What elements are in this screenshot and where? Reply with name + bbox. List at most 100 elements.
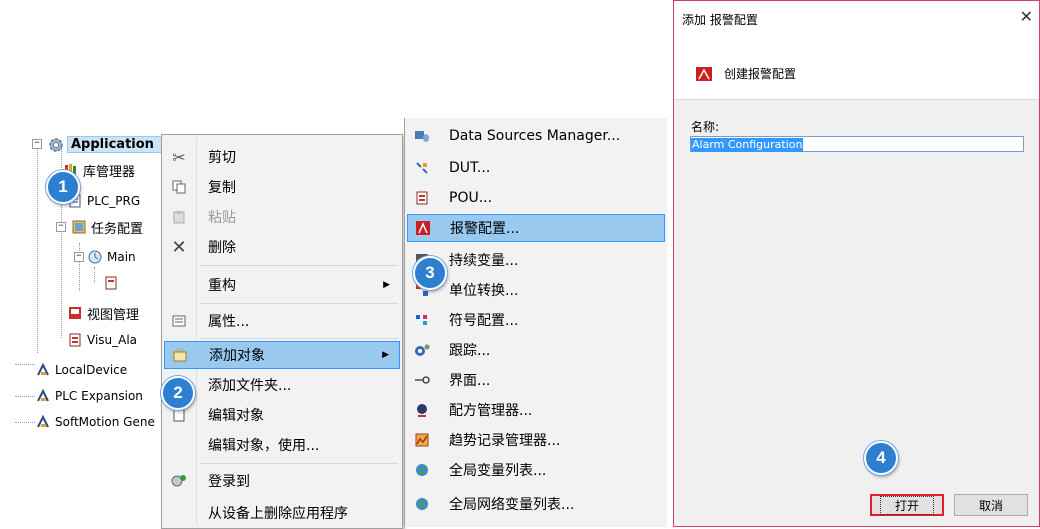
submenu-item-label: 全局变量列表...: [449, 463, 547, 479]
open-button[interactable]: 打开: [870, 494, 944, 516]
submenu-item-label: 配方管理器...: [449, 403, 533, 419]
tree-item-label: Main: [107, 250, 136, 264]
submenu-item-label: 单位转换...: [449, 283, 519, 299]
visu-icon: [68, 333, 82, 347]
submenu-item-label: POU...: [449, 190, 493, 206]
menu-item-label: 删除: [208, 240, 236, 256]
tree-guide: [37, 148, 38, 353]
login-icon: [164, 474, 194, 488]
submenu-item-global-vars[interactable]: 全局变量列表...: [407, 456, 665, 484]
name-field-value: Alarm Configuration: [691, 138, 804, 152]
submenu-item-alarm-config[interactable]: 报警配置...: [407, 214, 665, 242]
collapse-toggle[interactable]: −: [32, 139, 42, 149]
dialog-heading: 创建报警配置: [724, 67, 797, 81]
dialog-body: 名称: Alarm Configuration 打开 取消: [674, 99, 1039, 526]
tree-item-label: PLC_PRG: [87, 194, 141, 208]
tree-item-softmotion[interactable]: SoftMotion Gene: [36, 412, 155, 432]
copy-icon: [164, 180, 194, 194]
tree-item-main-call[interactable]: [104, 273, 123, 293]
menu-item-refactor[interactable]: 重构 ▶: [164, 271, 400, 299]
add-alarm-config-dialog: 添加 报警配置 ✕ 创建报警配置 名称: Alarm Configuration…: [673, 0, 1040, 527]
submenu-item-network-vars[interactable]: 全局网络变量列表...: [407, 490, 665, 518]
submenu-item-trend[interactable]: 趋势记录管理器...: [407, 426, 665, 454]
submenu-item-data-sources[interactable]: Data Sources Manager...: [407, 122, 665, 150]
tree-guide: [15, 422, 35, 423]
menu-item-login[interactable]: 登录到: [164, 467, 400, 495]
tree-item-visu-manager[interactable]: 视图管理: [68, 303, 139, 323]
tree-guide: [15, 396, 35, 397]
delete-icon: ✕: [171, 236, 187, 258]
submenu-item-label: 跟踪...: [449, 343, 491, 359]
edit-icon: [164, 408, 194, 422]
menu-separator: [200, 338, 398, 339]
name-label: 名称:: [691, 120, 720, 134]
submenu-arrow-icon: ▶: [383, 280, 390, 290]
add-object-submenu: Data Sources Manager... DUT... POU... 报警…: [404, 118, 667, 527]
menu-item-copy[interactable]: 复制: [164, 173, 400, 201]
submenu-item-unit-conversion[interactable]: 单位转换...: [407, 276, 665, 304]
submenu-item-label: DUT...: [449, 160, 491, 176]
step-badge-2: 2: [161, 376, 195, 410]
recipe-icon: [407, 403, 437, 417]
tree-item-task-config[interactable]: 任务配置: [72, 217, 143, 237]
step-badge-3: 3: [413, 256, 447, 290]
submenu-item-dut[interactable]: DUT...: [407, 154, 665, 182]
collapse-toggle[interactable]: −: [56, 222, 66, 232]
menu-item-label: 粘贴: [208, 210, 236, 226]
global-vars-icon: [407, 463, 437, 477]
menu-item-label: 复制: [208, 180, 236, 196]
tree-guide: [15, 364, 35, 365]
cancel-button-label: 取消: [978, 498, 1003, 513]
tree-item-label: 库管理器: [83, 164, 136, 180]
dialog-title: 添加 报警配置: [682, 13, 758, 27]
submenu-item-interface[interactable]: 界面...: [407, 366, 665, 394]
tree-item-plc-expansion[interactable]: PLC Expansion: [36, 386, 143, 406]
tree-item-label: 任务配置: [91, 221, 144, 237]
pou-call-icon: [104, 276, 118, 290]
dut-icon: [407, 161, 437, 175]
tree-item-local-device[interactable]: LocalDevice: [36, 360, 127, 380]
menu-item-label: 重构: [208, 278, 236, 294]
cancel-button[interactable]: 取消: [954, 494, 1028, 516]
collapse-toggle[interactable]: −: [74, 252, 84, 262]
scissors-icon: ✂: [172, 147, 186, 167]
pou-icon: [407, 191, 437, 205]
menu-item-edit-object[interactable]: 编辑对象: [164, 401, 400, 429]
step-badge-4: 4: [864, 441, 898, 475]
visu-manager-icon: [68, 306, 82, 320]
submenu-item-symbol-config[interactable]: 符号配置...: [407, 306, 665, 334]
menu-item-add-object[interactable]: 添加对象 ▶: [164, 341, 400, 369]
menu-separator: [200, 303, 398, 304]
tree-item-main-task[interactable]: Main: [88, 247, 136, 267]
tree-guide: [94, 267, 95, 283]
menu-separator: [200, 265, 398, 266]
close-icon[interactable]: ✕: [1020, 7, 1033, 26]
menu-item-properties[interactable]: 属性...: [164, 307, 400, 335]
menu-item-cut[interactable]: ✂ 剪切: [164, 143, 400, 171]
task-icon: [88, 250, 102, 264]
submenu-item-label: 界面...: [449, 373, 491, 389]
menu-item-delete[interactable]: ✕ 删除: [164, 233, 400, 261]
paste-icon: [164, 210, 194, 224]
menu-item-edit-object-with[interactable]: 编辑对象，使用...: [164, 431, 400, 459]
tree-item-plc-prg[interactable]: PLC_PRG: [68, 191, 140, 211]
tree-item-label: LocalDevice: [55, 363, 128, 377]
open-button-label: 打开: [879, 495, 934, 515]
menu-item-add-folder[interactable]: 添加文件夹...: [164, 371, 400, 399]
submenu-item-label: Data Sources Manager...: [449, 128, 621, 144]
properties-icon: [164, 314, 194, 328]
submenu-item-recipe[interactable]: 配方管理器...: [407, 396, 665, 424]
submenu-item-trace[interactable]: 跟踪...: [407, 336, 665, 364]
menu-item-label: 添加对象: [209, 348, 265, 364]
name-field[interactable]: Alarm Configuration: [690, 136, 1024, 152]
data-sources-icon: [407, 129, 437, 143]
menu-item-label: 添加文件夹...: [208, 378, 292, 394]
menu-item-remove-app[interactable]: 从设备上删除应用程序: [164, 499, 400, 527]
submenu-item-pou[interactable]: POU...: [407, 184, 665, 212]
tree-item-label: Visu_Ala: [87, 333, 138, 347]
add-object-icon: [165, 348, 195, 362]
device-icon: [36, 414, 50, 429]
menu-item-paste[interactable]: 粘贴: [164, 203, 400, 231]
tree-item-visu-alarm[interactable]: Visu_Ala: [68, 330, 137, 350]
menu-item-label: 登录到: [208, 474, 250, 490]
